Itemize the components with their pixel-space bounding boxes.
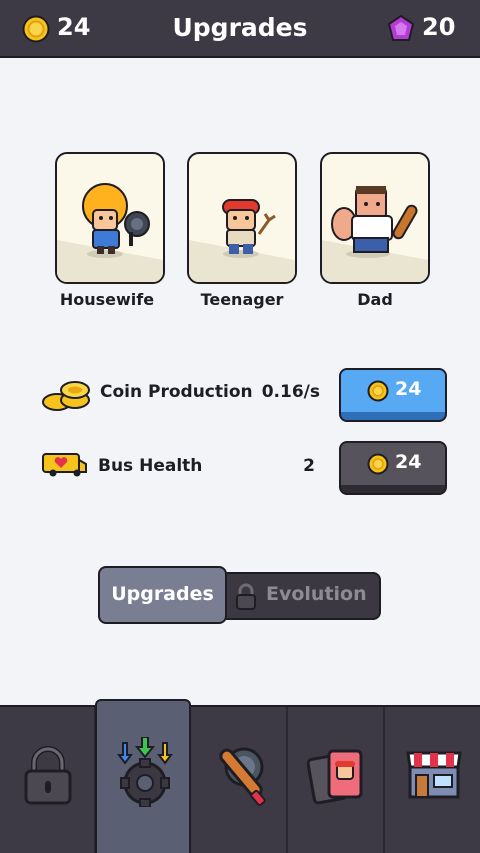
character-card-teenager[interactable] (187, 152, 297, 284)
nav-characters[interactable] (289, 707, 385, 853)
upgrade-gear-icon (117, 737, 173, 807)
character-card-dad[interactable] (320, 152, 430, 284)
gem-count: 20 (422, 13, 456, 41)
bus-heart-icon (42, 453, 87, 477)
purple-gem-icon (388, 15, 414, 41)
buy-bus-health-button[interactable]: 24 (339, 441, 447, 495)
upgrade-label-bus-health: Bus Health (98, 456, 203, 476)
nav-weapons[interactable] (192, 707, 288, 853)
upgrade-label-coin-production: Coin Production (100, 382, 253, 402)
character-name-housewife: Housewife (59, 290, 155, 309)
upgrades-evolution-toggle: Evolution Upgrades (98, 566, 383, 624)
coin-stack-icon (42, 381, 90, 411)
coin-icon (367, 380, 389, 402)
coin-icon (367, 453, 389, 475)
lock-icon (236, 583, 256, 610)
shop-icon (406, 751, 462, 799)
nav-locked[interactable] (0, 707, 96, 853)
teenager-with-slingshot (189, 199, 295, 282)
housewife-with-frying-pan (57, 183, 163, 282)
dad-with-baseball-bat (322, 186, 428, 282)
tab-upgrades[interactable]: Upgrades (98, 566, 227, 624)
nav-upgrades[interactable] (95, 699, 191, 853)
tab-evolution-label: Evolution (266, 583, 367, 605)
top-bar: 24 Upgrades 20 (0, 0, 480, 58)
character-card-housewife[interactable] (55, 152, 165, 284)
buy-coin-production-button[interactable]: 24 (339, 368, 447, 422)
upgrade-value-bus-health: 2 (303, 456, 315, 476)
tab-upgrades-label: Upgrades (111, 583, 214, 605)
bat-and-pan-icon (219, 747, 266, 807)
price-label: 24 (395, 378, 422, 400)
price-label: 24 (395, 451, 422, 473)
lock-icon (24, 746, 72, 805)
character-name-dad: Dad (357, 290, 393, 309)
character-name-teenager: Teenager (200, 290, 284, 309)
upgrade-value-coin-production: 0.16/s (261, 382, 320, 402)
character-cards-icon (307, 749, 363, 805)
nav-shop[interactable] (386, 707, 480, 853)
bottom-nav (0, 699, 480, 853)
